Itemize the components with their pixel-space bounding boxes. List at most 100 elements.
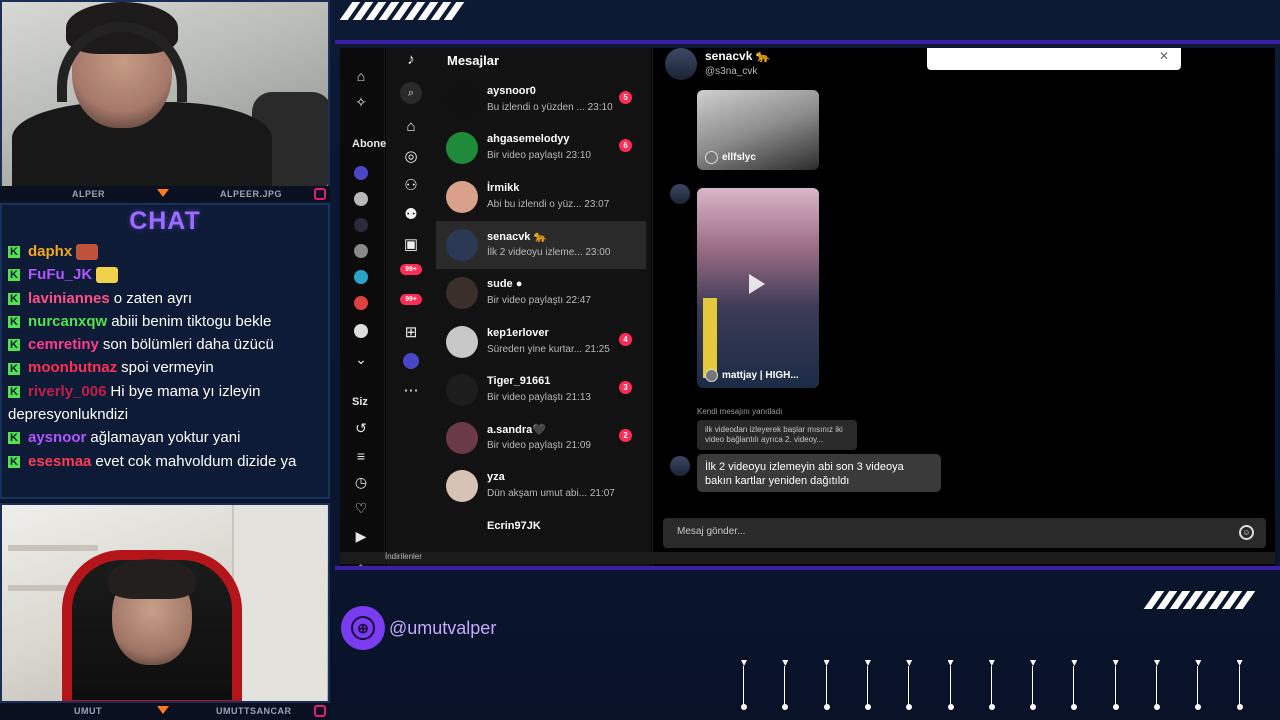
following-icon[interactable]: ⚇ xyxy=(401,176,421,196)
chat-username[interactable]: esesmaa xyxy=(28,453,91,470)
conversation-item[interactable]: yza Dün akşam umut abi... 21:07 xyxy=(436,462,646,510)
home-icon[interactable]: ⌂ xyxy=(353,68,369,84)
downloads-label[interactable]: İndirilenler xyxy=(385,552,422,561)
conversation-preview: Bir video paylaştı 22:47 xyxy=(487,295,591,307)
decorative-pin xyxy=(1194,660,1202,712)
chat-username[interactable]: daphx xyxy=(28,243,72,260)
chat-username[interactable]: aysnoor xyxy=(28,429,86,446)
conversation-preview: Bu izlendi o yüzden ... 23:10 xyxy=(487,102,613,113)
divider-line xyxy=(335,566,1280,570)
decorative-pin xyxy=(988,660,996,712)
home-icon[interactable]: ⌂ xyxy=(401,117,421,137)
more-icon[interactable]: ⋯ xyxy=(401,381,421,401)
browser-sidebar: ⌂ ✧ Abonel ⌄ Siz ↺ ≡ ◷ ♡ ▶ ↓ xyxy=(340,48,389,566)
playlist-icon[interactable]: ≡ xyxy=(353,448,369,464)
chevron-down-icon[interactable]: ⌄ xyxy=(353,351,369,367)
play-icon[interactable] xyxy=(749,274,765,294)
decorative-pins xyxy=(740,660,1250,720)
decorative-pin xyxy=(823,660,831,712)
conversation-avatar xyxy=(446,470,478,503)
conversation-item[interactable]: aysnoor0 Bu izlendi o yüzden ... 23:10 5 xyxy=(436,76,646,124)
stream-overlay: ALPER ALPEER.JPG CHAT Kdaphx K FuFu_JK Klav… xyxy=(0,0,1280,720)
profile-avatar[interactable] xyxy=(403,353,419,369)
video-author: ellfslyc xyxy=(722,152,756,163)
kick-badge-icon: K xyxy=(8,362,20,375)
conversation-preview: İlk 2 videoyu izleme... 23:00 xyxy=(487,246,611,258)
chat-message: Kaysnoor ağlamayan yoktur yani xyxy=(8,426,322,449)
message-placeholder: Mesaj gönder... xyxy=(677,526,746,537)
author-avatar xyxy=(705,151,718,164)
conversation-item[interactable]: a.sandra🖤 Bir video paylaştı 21:09 2 xyxy=(436,414,646,462)
conversation-item[interactable]: kep1erlover Süreden yine kurtar... 21:25 4 xyxy=(436,318,646,366)
triangle-icon xyxy=(157,189,169,197)
search-icon[interactable]: ⌕ xyxy=(400,82,422,104)
messages-title: Mesajlar xyxy=(447,53,500,68)
chat-username[interactable]: cemretiny xyxy=(28,336,99,353)
your-videos-icon[interactable]: ▶ xyxy=(353,528,369,544)
followed-avatar[interactable] xyxy=(354,192,368,206)
kick-badge-icon: K xyxy=(8,339,20,352)
chat-message: K FuFu_JK xyxy=(8,263,322,286)
upload-icon[interactable]: ⊞ xyxy=(401,323,421,343)
live-icon[interactable]: ▣ xyxy=(401,235,421,255)
messages-badge[interactable]: 99+ xyxy=(400,294,422,305)
history-icon[interactable]: ↺ xyxy=(353,420,369,436)
conversation-preview: Süreden yine kurtar... 21:25 xyxy=(487,343,610,355)
friends-icon[interactable]: ⚉ xyxy=(401,205,421,225)
conversation-item[interactable]: senacvk 🐆 İlk 2 videoyu izleme... 23:00 xyxy=(436,220,646,269)
message-input[interactable]: Mesaj gönder... ☺ xyxy=(663,518,1266,548)
conversation-item[interactable]: Tiger_91661 Bir video paylaştı 21:13 3 xyxy=(436,366,646,414)
chat-username[interactable]: riverly_006 xyxy=(28,383,106,400)
chat-username[interactable]: FuFu_JK xyxy=(28,266,92,283)
quoted-message[interactable]: ilk videodan izleyerek başlar mısınız ik… xyxy=(697,420,857,450)
explore-icon[interactable]: ✧ xyxy=(353,94,369,110)
webcam-bottom-namebar: UMUT UMUTTSANCAR xyxy=(0,703,330,719)
instagram-icon xyxy=(314,705,326,717)
followed-avatar[interactable] xyxy=(354,218,368,232)
followed-avatar[interactable] xyxy=(354,324,368,338)
conversation-avatar xyxy=(446,277,478,310)
liked-icon[interactable]: ♡ xyxy=(353,500,369,516)
activity-badge[interactable]: 99+ xyxy=(400,264,422,275)
reply-note: Kendi mesajını yanıtladı xyxy=(697,407,783,416)
conversation-avatar xyxy=(446,518,478,551)
followed-avatar[interactable] xyxy=(354,270,368,284)
conversation-avatar xyxy=(446,132,478,165)
chat-username[interactable]: laviniannes xyxy=(28,290,110,307)
watch-later-icon[interactable]: ◷ xyxy=(353,474,369,490)
chat-title: CHAT xyxy=(129,207,201,235)
unread-badge: 2 xyxy=(619,429,632,443)
message-bubble[interactable]: İlk 2 videoyu izlemeyin abi son 3 videoy… xyxy=(697,454,941,492)
followed-avatar[interactable] xyxy=(354,296,368,310)
conversation-list: Mesajlar aysnoor0 Bu izlendi o yüzden ...… xyxy=(436,48,651,566)
kick-badge-icon: K xyxy=(8,292,20,305)
browser-popup[interactable]: ✕ xyxy=(927,48,1181,70)
emoji-icon[interactable]: ☺ xyxy=(1239,525,1254,540)
chat-message: Kesesmaa evet cok mahvoldum dizide ya xyxy=(8,450,322,473)
conversation-name: sude ● xyxy=(487,278,523,291)
followed-avatar[interactable] xyxy=(354,244,368,258)
conversation-name: yza xyxy=(487,471,505,484)
chat-username[interactable]: moonbutnaz xyxy=(28,359,117,376)
shared-video-card[interactable]: mattjay | HIGH... xyxy=(697,188,819,388)
decorative-pin xyxy=(1029,660,1037,712)
conversation-item[interactable]: ahgasemelodyy Bir video paylaştı 23:10 6 xyxy=(436,124,646,172)
conversation-item[interactable]: sude ● Bir video paylaştı 22:47 xyxy=(436,269,646,317)
sender-avatar xyxy=(670,184,690,204)
unread-badge: 3 xyxy=(619,380,632,394)
shared-video-card[interactable]: ellfslyc xyxy=(697,90,819,170)
conversation-item[interactable]: İrmikk Abi bu izlendi o yüz... 23:07 xyxy=(436,173,646,221)
conversation-name: a.sandra🖤 xyxy=(487,424,546,437)
streamer-handle: ALPEER.JPG xyxy=(220,189,283,199)
close-icon[interactable]: ✕ xyxy=(1159,49,1169,63)
chat-message: Kdaphx xyxy=(8,240,322,263)
chat-message: Kcemretiny son bölümleri daha üzücü xyxy=(8,333,322,356)
tiktok-logo-icon[interactable]: ♪ xyxy=(401,50,421,70)
contact-name[interactable]: senacvk 🐆 xyxy=(705,49,771,63)
followed-avatar[interactable] xyxy=(354,166,368,180)
explore-icon[interactable]: ◎ xyxy=(401,147,421,167)
conversation-avatar xyxy=(446,325,478,358)
unread-badge: 4 xyxy=(619,332,632,346)
chat-username[interactable]: nurcanxqw xyxy=(28,313,107,330)
contact-avatar[interactable] xyxy=(665,48,697,80)
